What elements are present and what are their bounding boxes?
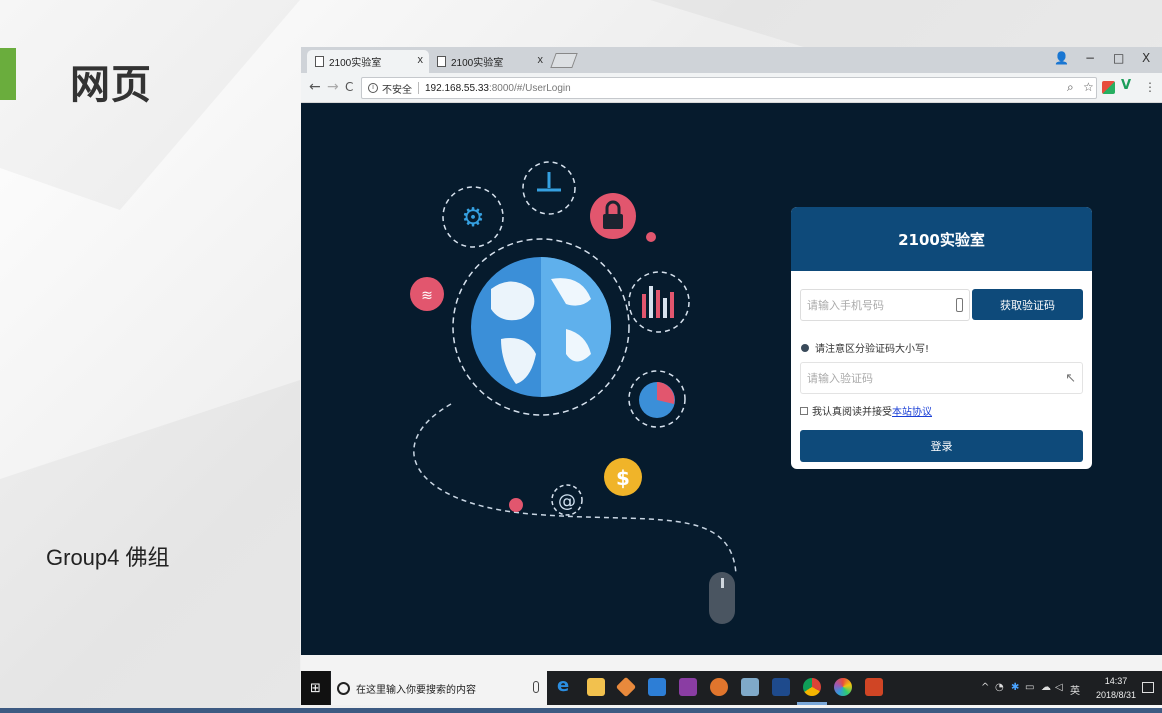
edge-icon[interactable]: e — [557, 675, 575, 696]
page-icon — [315, 56, 324, 67]
reload-button[interactable]: C — [345, 80, 353, 94]
phone-input[interactable]: 请输入手机号码 — [800, 289, 970, 321]
maximize-button[interactable]: □ — [1113, 51, 1124, 65]
color-app-icon[interactable] — [834, 678, 852, 696]
tab-label: 2100实验室 — [329, 58, 382, 69]
zoom-icon[interactable]: ⌕ — [1067, 80, 1074, 95]
terms-link[interactable]: 本站协议 — [892, 403, 932, 418]
tab-close-icon[interactable]: x — [418, 54, 424, 66]
notes-icon[interactable] — [741, 678, 759, 696]
close-window-button[interactable]: X — [1142, 51, 1150, 65]
mic-icon[interactable] — [533, 681, 539, 693]
file-explorer-icon[interactable] — [587, 678, 605, 696]
tab-close-icon[interactable]: x — [538, 54, 544, 66]
globe-shade — [541, 257, 611, 397]
get-code-button[interactable]: 获取验证码 — [972, 289, 1083, 320]
minimize-button[interactable]: − — [1085, 51, 1095, 65]
start-button[interactable]: ⊞ — [301, 671, 330, 705]
code-input[interactable]: 请输入验证码 ↖ — [800, 362, 1083, 394]
vscode-icon[interactable] — [648, 678, 666, 696]
info-dot-icon — [801, 343, 809, 352]
onenote-icon[interactable] — [679, 678, 697, 696]
dashed-cable — [413, 403, 737, 575]
agree-checkbox[interactable] — [800, 406, 808, 415]
slide-subtitle: Group4 佛组 — [46, 545, 170, 570]
tab-active[interactable]: 2100实验室 x — [307, 50, 429, 73]
volume-icon[interactable]: ◁ — [1055, 682, 1063, 693]
phone-placeholder: 请输入手机号码 — [807, 299, 884, 312]
ime-indicator[interactable]: 英 — [1070, 682, 1080, 697]
cortana-icon — [337, 681, 350, 695]
menu-icon[interactable]: ⋮ — [1144, 80, 1156, 94]
pointer-icon: ↖ — [1065, 371, 1076, 386]
decor-dot — [509, 498, 523, 512]
code-placeholder: 请输入验证码 — [807, 372, 873, 385]
forward-button[interactable]: → — [327, 79, 339, 95]
profile-icon[interactable]: 👤 — [1054, 51, 1069, 65]
case-notice: 请注意区分验证码大小写! — [801, 340, 929, 355]
agree-text: 我认真阅读并接受 — [812, 407, 892, 418]
powershell-icon[interactable] — [772, 678, 790, 696]
bluetooth-icon[interactable]: ✱ — [1011, 682, 1019, 693]
chrome-icon[interactable] — [803, 678, 821, 696]
slide-bottom-bar — [0, 708, 1162, 713]
wifi-icon: ≋ — [421, 288, 433, 304]
clock-date: 2018/8/31 — [1095, 690, 1136, 700]
tab-label: 2100实验室 — [451, 58, 504, 69]
dollar-sign: $ — [616, 466, 630, 490]
browser-window: 2100实验室 x 2100实验室 x 👤 − □ X ← → C i 不安全 … — [301, 47, 1162, 705]
tab-inactive[interactable]: 2100实验室 x — [429, 50, 549, 73]
lock-icon — [603, 214, 623, 229]
network-tray-icon[interactable]: ◔ — [995, 682, 1004, 693]
login-title: 2100实验室 — [791, 207, 1092, 271]
phone-icon — [956, 298, 963, 312]
windows-taskbar: ⊞ 在这里输入你要搜索的内容 e ^ ◔ ✱ ▭ ☁ ◁ 英 14:37 201… — [301, 671, 1162, 705]
network-node-icon — [537, 172, 561, 192]
page-bottom-strip — [301, 655, 1162, 671]
back-button[interactable]: ← — [309, 79, 321, 95]
page-icon — [437, 56, 446, 67]
mouse-wheel — [721, 578, 724, 588]
taskbar-search[interactable]: 在这里输入你要搜索的内容 — [331, 671, 547, 705]
powerpoint-icon[interactable] — [865, 678, 883, 696]
background-facet — [650, 0, 1162, 47]
tray-chevron-icon[interactable]: ^ — [981, 682, 989, 693]
page-viewport: ⚙ ≋ $ @ 2100实验室 请输入手机号码 获取验证码 请注意区分验证码大小… — [301, 104, 1162, 655]
at-icon: @ — [558, 491, 576, 512]
notification-icon[interactable] — [1142, 682, 1154, 693]
url-path: :8000/#/UserLogin — [488, 82, 571, 94]
active-app-indicator — [797, 702, 827, 705]
bar-chart-icon — [642, 286, 674, 318]
vue-devtools-icon[interactable]: V — [1121, 78, 1134, 93]
bookmark-star-icon[interactable]: ☆ — [1083, 80, 1094, 94]
security-label: 不安全 — [382, 84, 412, 96]
notice-text: 请注意区分验证码大小写! — [815, 344, 930, 355]
search-placeholder: 在这里输入你要搜索的内容 — [356, 684, 476, 696]
slide-title: 网页 — [70, 62, 152, 108]
battery-icon[interactable]: ▭ — [1025, 682, 1034, 693]
toolbar: ← → C i 不安全 192.168.55.33 :8000/#/UserLo… — [301, 73, 1162, 103]
git-icon[interactable] — [615, 676, 637, 698]
tab-strip: 2100实验室 x 2100实验室 x 👤 − □ X — [301, 47, 1162, 73]
login-button[interactable]: 登录 — [800, 430, 1083, 462]
extension-icon[interactable] — [1102, 81, 1115, 94]
login-card: 2100实验室 请输入手机号码 获取验证码 请注意区分验证码大小写! 请输入验证… — [791, 207, 1092, 469]
system-clock[interactable]: 14:37 2018/8/31 — [1096, 674, 1136, 702]
info-icon[interactable]: i — [368, 83, 378, 93]
app-orange-icon[interactable] — [710, 678, 728, 696]
new-tab-button[interactable] — [550, 53, 578, 68]
title-accent-bar — [0, 48, 16, 100]
url-host: 192.168.55.33 — [425, 82, 489, 94]
decor-dot — [646, 232, 656, 242]
clock-time: 14:37 — [1104, 676, 1128, 686]
divider — [418, 82, 419, 94]
address-bar[interactable]: i 不安全 192.168.55.33 :8000/#/UserLogin — [361, 77, 1097, 99]
gear-icon: ⚙ — [461, 203, 484, 233]
agreement-row: 我认真阅读并接受 本站协议 — [800, 403, 932, 418]
network-illustration: ⚙ ≋ $ @ — [410, 161, 737, 624]
cloud-icon[interactable]: ☁ — [1041, 682, 1051, 693]
